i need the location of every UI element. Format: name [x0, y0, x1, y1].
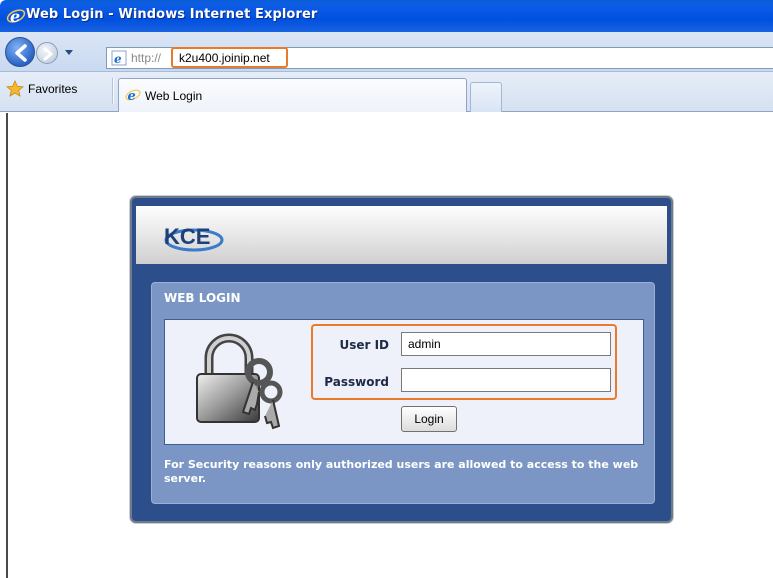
address-prefix: http://: [131, 51, 162, 65]
window-titlebar: e Web Login - Windows Internet Explorer: [0, 0, 773, 32]
login-frame: KCE WEB LOGIN User ID admin Password Log…: [130, 196, 673, 523]
forward-arrow-icon: [43, 47, 53, 61]
password-label: Password: [324, 375, 389, 389]
panel-title: WEB LOGIN: [164, 291, 241, 305]
password-input[interactable]: [401, 368, 611, 392]
svg-text:e: e: [114, 52, 122, 66]
kce-logo: KCE: [164, 224, 224, 252]
forward-button[interactable]: [36, 42, 58, 64]
user-id-label: User ID: [339, 338, 389, 352]
chevron-down-icon[interactable]: [62, 45, 76, 59]
toolbar-separator: [112, 78, 114, 104]
security-notice: For Security reasons only authorized use…: [164, 458, 639, 485]
page-ie-icon: e: [111, 50, 127, 66]
lock-keys-icon: [196, 333, 283, 430]
favorites-tab-bar: Favorites e Web Login: [0, 72, 773, 112]
new-tab-button[interactable]: [470, 82, 502, 112]
back-arrow-icon: [15, 44, 27, 62]
address-host: k2u400.joinip.net: [179, 51, 270, 65]
svg-text:e: e: [128, 89, 136, 103]
ie-tab-icon: e: [125, 89, 141, 103]
back-button[interactable]: [5, 37, 35, 67]
favorites-label: Favorites: [28, 82, 78, 96]
window-title: Web Login - Windows Internet Explorer: [26, 7, 318, 22]
ie-logo-icon: e: [6, 7, 26, 26]
login-panel: WEB LOGIN User ID admin Password Login F…: [151, 282, 655, 504]
login-form: User ID Password Login: [164, 319, 644, 445]
navigation-bar: e http:// k2u400.joinip.net: [0, 32, 773, 72]
svg-text:e: e: [10, 7, 20, 26]
tab-web-login[interactable]: e Web Login: [118, 78, 467, 112]
kce-logo-text: KCE: [164, 224, 210, 249]
login-button[interactable]: Login: [401, 406, 457, 432]
favorites-star-icon: [6, 80, 24, 97]
address-bar[interactable]: e http:// k2u400.joinip.net: [106, 47, 773, 69]
tab-label: Web Login: [145, 89, 203, 103]
user-id-input[interactable]: [401, 332, 611, 356]
logo-header: KCE: [136, 206, 667, 264]
window-left-border: [0, 113, 8, 578]
